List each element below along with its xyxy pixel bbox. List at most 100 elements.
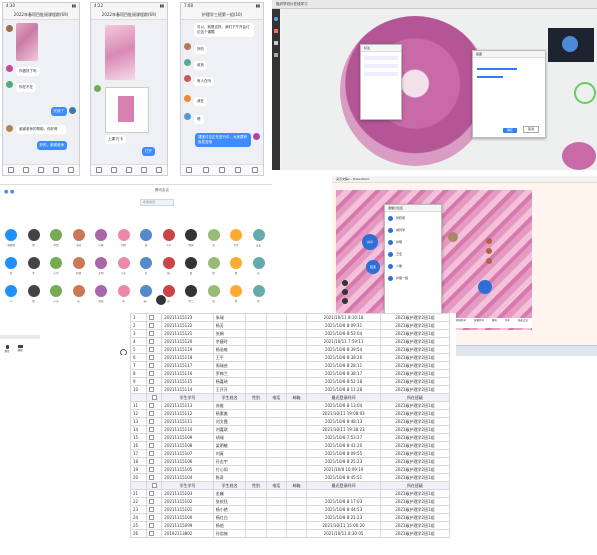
gear-icon[interactable] xyxy=(120,349,127,355)
toolbar-item[interactable]: 屏幕共享 xyxy=(474,318,484,322)
participant-avatar[interactable] xyxy=(207,285,220,297)
participant-avatar[interactable] xyxy=(27,285,40,297)
emoji-icon[interactable] xyxy=(141,167,148,173)
toolbar-item[interactable]: 结束会议 xyxy=(518,318,528,322)
participant-avatar[interactable] xyxy=(27,257,40,269)
layers-icon[interactable] xyxy=(274,53,278,57)
table-row[interactable]: 9 20211115115 杨嘉琦 2021/10/8 8:51:18 2021级护理学… xyxy=(130,377,451,386)
input-toolbar[interactable] xyxy=(91,164,167,175)
participant-avatar[interactable] xyxy=(5,285,17,297)
chat-list-item[interactable]: 护理一组 xyxy=(385,272,441,284)
checkbox-icon[interactable] xyxy=(148,459,154,465)
participant-avatar[interactable] xyxy=(117,285,130,297)
row-checkbox[interactable] xyxy=(145,377,163,386)
checkbox-icon[interactable] xyxy=(148,347,154,353)
checkbox-icon[interactable] xyxy=(148,491,154,497)
table-row[interactable]: 15 20211115109 胡瑞 2021/10/8 7:53:27 2021级护理学… xyxy=(130,433,451,442)
voice-icon[interactable] xyxy=(7,167,14,173)
chat-list-item[interactable]: 刘明 xyxy=(385,236,441,248)
table-row[interactable]: 22 20211115102 张钦钰 2021/10/8 8:17:03 2021级护理… xyxy=(130,497,451,506)
emoji-icon[interactable] xyxy=(53,167,60,173)
checkbox-icon[interactable] xyxy=(148,475,154,481)
checkbox-icon[interactable] xyxy=(148,323,154,329)
shared-screen-thumb[interactable] xyxy=(0,335,40,339)
column-header[interactable]: 学生姓名 xyxy=(212,393,247,402)
participant-avatar[interactable] xyxy=(117,229,130,241)
row-checkbox[interactable] xyxy=(145,321,163,330)
table-row[interactable]: 16 20211115108 梁明敏 2021/10/8 8:41:20 2021级护理… xyxy=(130,441,451,450)
participant-avatar[interactable] xyxy=(5,257,17,269)
participant-avatar[interactable] xyxy=(50,229,62,241)
share-circle[interactable]: 共享 xyxy=(362,234,378,250)
minimap[interactable] xyxy=(574,82,596,104)
camera-button[interactable]: 视频 xyxy=(15,345,25,352)
column-header[interactable]: 所在班级 xyxy=(379,481,451,490)
checkbox-icon[interactable] xyxy=(148,499,154,505)
row-checkbox[interactable] xyxy=(145,521,163,530)
table-row[interactable]: 14 20211115110 刘嘉琪 2021/10/11 19:38:23 2021级… xyxy=(130,425,451,434)
participant-avatar[interactable] xyxy=(140,285,152,297)
row-checkbox[interactable] xyxy=(145,345,163,354)
row-checkbox[interactable] xyxy=(145,401,163,410)
dialog-field[interactable] xyxy=(364,56,398,60)
chat-list-item[interactable]: 小雅 xyxy=(385,260,441,272)
column-header[interactable]: 所在班级 xyxy=(379,393,451,402)
checkbox-icon[interactable] xyxy=(148,355,154,361)
plus-icon[interactable] xyxy=(251,167,258,173)
table-row[interactable]: 6 20211115118 王平 2021/10/8 8:38:26 2021级护理学2… xyxy=(130,353,451,362)
checkbox-icon[interactable] xyxy=(148,443,154,449)
row-checkbox[interactable] xyxy=(145,313,163,322)
checkbox-icon[interactable] xyxy=(148,411,154,417)
camera-icon[interactable] xyxy=(37,167,44,173)
camera-icon[interactable] xyxy=(125,167,132,173)
participant-avatar[interactable] xyxy=(140,257,152,269)
column-header[interactable]: 学生姓名 xyxy=(212,481,247,490)
participant-avatar[interactable] xyxy=(230,285,242,297)
chat-list-item[interactable]: 张晓雨 xyxy=(385,212,441,224)
row-checkbox[interactable] xyxy=(145,449,163,458)
participant-avatar[interactable] xyxy=(72,257,85,269)
participant-avatar[interactable] xyxy=(95,229,107,241)
dialog-field[interactable] xyxy=(364,64,398,68)
row-checkbox[interactable] xyxy=(145,505,163,514)
mic-button[interactable]: 静音 xyxy=(3,345,11,353)
participant-avatar[interactable] xyxy=(72,229,85,241)
table-row[interactable]: 18 20211115106 孙志宇 2021/10/8 8:25:23 2021级护理… xyxy=(130,457,451,466)
browser-tab-bar[interactable]: 组织学切片在线学习 xyxy=(272,0,597,9)
video-thumbnail[interactable] xyxy=(548,28,594,62)
checkbox-icon[interactable] xyxy=(148,467,154,473)
participant-avatar[interactable] xyxy=(252,229,265,241)
checkbox-icon[interactable] xyxy=(151,483,157,489)
row-checkbox[interactable] xyxy=(145,489,163,498)
checkbox-icon[interactable] xyxy=(148,427,154,433)
checkbox-icon[interactable] xyxy=(148,371,154,377)
table-row[interactable]: 26 20192113802 孙诣铖 2021/10/11 8:30:05 2021级护… xyxy=(130,529,451,538)
column-header[interactable]: 学生学号 xyxy=(161,481,214,490)
participant-avatar[interactable] xyxy=(117,257,130,269)
table-row[interactable]: 23 20211115101 杨小艳 2021/10/8 8:44:53 2021级护理… xyxy=(130,505,451,514)
plus-icon[interactable] xyxy=(156,167,163,173)
checkbox-icon[interactable] xyxy=(148,523,154,529)
input-toolbar[interactable] xyxy=(181,164,263,175)
table-row[interactable]: 3 20211115121 张娟 2021/10/8 8:53:04 2021级护理学2… xyxy=(130,329,451,338)
table-row[interactable]: 24 20211115100 杨红白 2021/10/8 8:21:23 2021级护理… xyxy=(130,513,451,522)
checkbox-icon[interactable] xyxy=(148,419,154,425)
table-row[interactable]: 11 20211115113 苏维 2021/10/8 8:13:04 2021级护理学… xyxy=(130,401,451,410)
participant-avatar[interactable] xyxy=(95,257,107,269)
participant-avatar[interactable] xyxy=(162,229,175,241)
confirm-button[interactable]: 确定 xyxy=(503,128,517,133)
table-row[interactable]: 13 20211115111 刘文霞 2021/10/8 8:48:13 2021级护理… xyxy=(130,417,451,426)
participant-avatar[interactable] xyxy=(5,229,17,241)
table-row[interactable]: 25 20211115099 杨凿 2021/10/11 15:00:20 2021级护… xyxy=(130,521,451,530)
column-header[interactable]: 邮箱 xyxy=(285,393,308,402)
row-checkbox[interactable] xyxy=(145,329,163,338)
row-checkbox[interactable] xyxy=(145,457,163,466)
participant-avatar[interactable] xyxy=(185,285,197,297)
row-checkbox[interactable] xyxy=(145,529,163,538)
table-row[interactable]: 21 20211115103 金巍 2021级护理学2班1组 xyxy=(130,489,451,498)
column-header[interactable]: 邮箱 xyxy=(285,481,308,490)
table-row[interactable]: 1 20211115123 朱瑞 2021/10/11 8:10:18 2021级护理学… xyxy=(130,313,451,322)
row-checkbox[interactable] xyxy=(145,385,163,394)
toolbar-item[interactable]: 聊天 xyxy=(492,318,497,322)
participant-avatar[interactable] xyxy=(72,285,85,297)
